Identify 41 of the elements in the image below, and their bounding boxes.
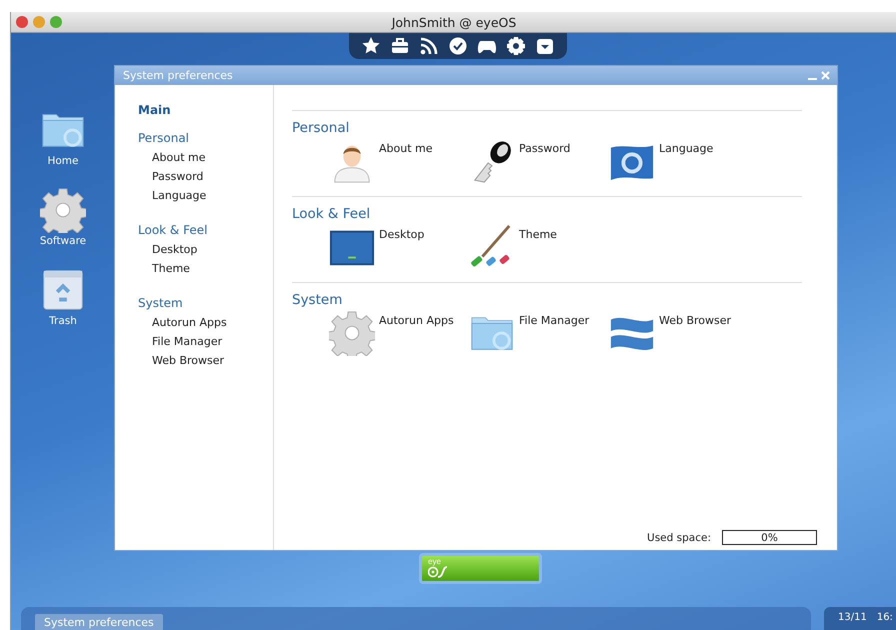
- time-text: 16:: [876, 612, 893, 625]
- window-title: System preferences: [123, 69, 233, 82]
- gear-icon: [329, 310, 375, 356]
- star-icon[interactable]: [361, 36, 381, 56]
- sidebar-item[interactable]: About me: [138, 148, 273, 167]
- used-space-label: Used space:: [647, 532, 711, 544]
- section-heading: Personal: [292, 120, 350, 136]
- sidebar-item[interactable]: Desktop: [138, 240, 273, 259]
- sidebar-item[interactable]: Autorun Apps: [138, 313, 273, 332]
- desktop-icon-label[interactable]: Software: [40, 235, 86, 247]
- settings-icon[interactable]: [506, 36, 526, 56]
- preference-link[interactable]: Desktop: [379, 224, 424, 241]
- inbox-icon[interactable]: [535, 36, 555, 56]
- sidebar-item[interactable]: Theme: [138, 259, 273, 278]
- sidebar-item[interactable]: File Manager: [138, 332, 273, 351]
- sidebar-item[interactable]: Web Browser: [138, 351, 273, 370]
- preference-link[interactable]: Web Browser: [659, 310, 732, 327]
- briefcase-icon[interactable]: [390, 36, 410, 56]
- section-heading: System: [292, 292, 344, 308]
- date-text: 13/11: [838, 612, 867, 625]
- preference-link[interactable]: About me: [379, 138, 433, 155]
- sidebar-item[interactable]: System: [138, 296, 273, 310]
- rss-icon[interactable]: [419, 36, 439, 56]
- sidebar-item[interactable]: Look & Feel: [138, 223, 273, 237]
- section-heading: Look & Feel: [292, 206, 372, 222]
- window-title: JohnSmith @ eyeOS: [390, 14, 518, 30]
- logo-icon: [428, 566, 450, 578]
- sidebar-item[interactable]: Language: [138, 186, 273, 205]
- desktop-icon-label[interactable]: Trash: [49, 315, 77, 327]
- sidebar-item[interactable]: Personal: [138, 131, 273, 145]
- desktop-icon-label[interactable]: Home: [47, 155, 78, 167]
- preference-link[interactable]: Language: [659, 138, 714, 155]
- sidebar-item[interactable]: Password: [138, 167, 273, 186]
- preference-link[interactable]: Autorun Apps: [379, 310, 454, 327]
- preference-link[interactable]: Password: [519, 138, 570, 155]
- preference-link[interactable]: File Manager: [519, 310, 590, 327]
- gear-icon: [40, 187, 86, 233]
- sidebar-item[interactable]: Main: [138, 103, 273, 117]
- close-button[interactable]: [16, 16, 28, 28]
- used-space-reading: 0%: [761, 532, 778, 544]
- preference-link[interactable]: Theme: [519, 224, 557, 241]
